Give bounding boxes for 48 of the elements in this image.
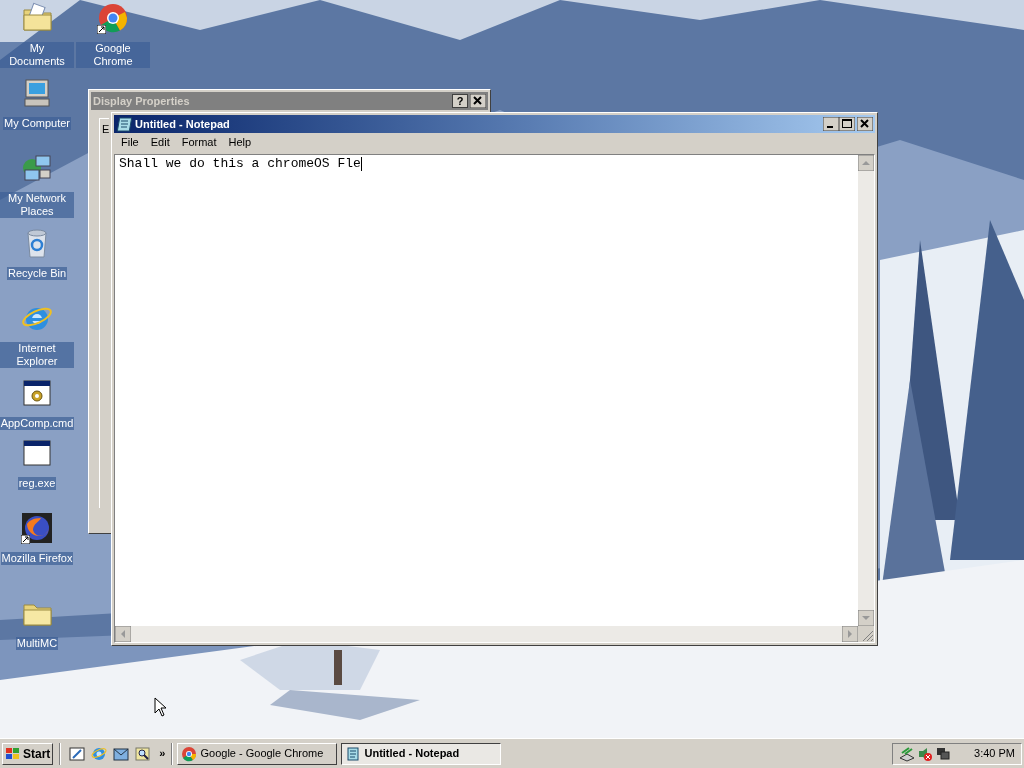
icon-label[interactable]: reg.exe — [17, 477, 57, 490]
mouse-pointer-icon — [154, 697, 168, 717]
icon-label[interactable]: My Computer — [3, 117, 71, 130]
windows-logo-icon — [5, 745, 21, 762]
window-title: Display Properties — [93, 93, 190, 109]
network-computers-icon[interactable] — [21, 152, 53, 184]
icon-label[interactable]: Internet Explorer — [0, 342, 74, 368]
close-button[interactable] — [857, 117, 873, 131]
internet-explorer-icon[interactable] — [91, 745, 108, 762]
search-icon[interactable] — [135, 745, 152, 762]
close-button[interactable] — [470, 94, 486, 108]
menu-item[interactable]: Format — [175, 134, 223, 151]
clock: 3:40 PM — [974, 746, 1015, 762]
icon-label[interactable]: Mozilla Firefox — [0, 552, 74, 565]
document-folder-icon[interactable] — [21, 2, 53, 34]
more-button[interactable]: » — [157, 745, 168, 762]
start-button[interactable]: Start — [2, 742, 54, 765]
speaker-muted-icon[interactable] — [917, 745, 933, 762]
menu-item[interactable]: Help — [222, 134, 258, 151]
chrome-icon[interactable] — [97, 2, 129, 34]
notepad-icon — [116, 116, 132, 132]
icon-label[interactable]: AppComp.cmd — [0, 417, 75, 430]
mail-icon[interactable] — [113, 745, 130, 762]
notepad-icon — [345, 745, 362, 762]
icon-label[interactable]: Google Chrome — [76, 42, 150, 68]
icon-label[interactable]: My Network Places — [0, 192, 74, 218]
program-window-icon[interactable] — [21, 437, 53, 469]
icon-label[interactable]: My Documents — [0, 42, 74, 68]
maximize-button[interactable] — [839, 117, 855, 131]
program-window-icon[interactable] — [21, 377, 53, 409]
network-cable-icon[interactable] — [899, 745, 915, 762]
menu-item[interactable]: Edit — [144, 134, 176, 151]
window-title: Untitled - Notepad — [135, 116, 230, 132]
menu-item[interactable]: File — [115, 134, 145, 151]
firefox-icon[interactable] — [21, 512, 53, 544]
computer-icon[interactable] — [21, 77, 53, 109]
chrome-icon — [181, 745, 198, 762]
minimize-button[interactable] — [823, 117, 839, 131]
taskbar-button[interactable]: Google - Google Chrome — [177, 742, 338, 765]
computers-icon[interactable] — [935, 745, 951, 762]
taskbar-button[interactable]: Untitled - Notepad — [341, 742, 502, 765]
icon-label[interactable]: MultiMC — [15, 637, 59, 650]
text-cursor — [360, 157, 362, 171]
show-desktop-icon[interactable] — [69, 745, 86, 762]
text-area[interactable]: Shall we do this a chromeOS Fle — [119, 157, 361, 171]
icon-label[interactable]: Recycle Bin — [6, 267, 68, 280]
tab-label[interactable]: E — [102, 121, 110, 138]
help-button[interactable]: ? — [452, 94, 468, 108]
